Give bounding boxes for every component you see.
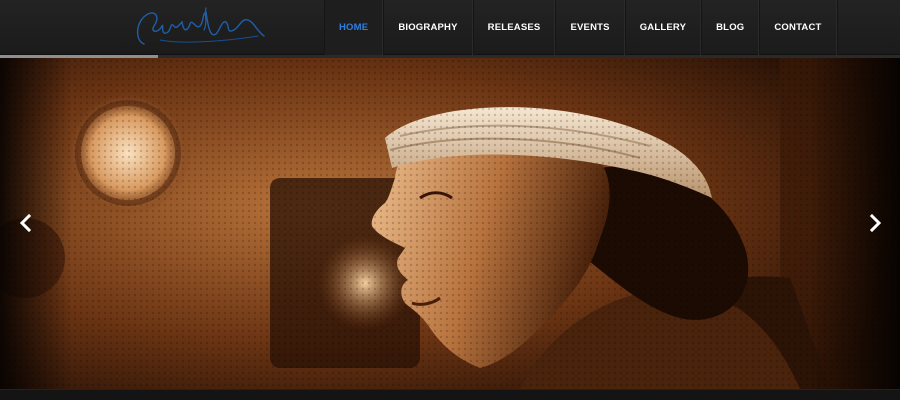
nav-item-label: BIOGRAPHY [398,22,458,33]
nav-item-blog[interactable]: BLOG [701,0,760,55]
nav-item-releases[interactable]: RELEASES [472,0,556,55]
slider-prev-button[interactable] [9,206,43,240]
slider-next-button[interactable] [858,206,892,240]
nav-item-label: BLOG [716,22,745,33]
nav-item-label: RELEASES [487,22,541,33]
nav-item-biography[interactable]: BIOGRAPHY [383,0,473,55]
nav-item-contact[interactable]: CONTACT [759,0,837,55]
footer-bar [0,389,900,400]
signature-logo[interactable] [130,0,270,55]
nav-item-label: CONTACT [774,22,822,33]
site-header: HOME BIOGRAPHY RELEASES EVENTS GALLERY BLOG CO… [0,0,900,55]
nav-item-label: HOME [339,22,369,33]
chevron-left-icon [19,214,32,232]
nav-item-events[interactable]: EVENTS [555,0,625,55]
main-navigation: HOME BIOGRAPHY RELEASES EVENTS GALLERY BLOG CO… [324,0,838,55]
nav-item-label: EVENTS [570,22,610,33]
nav-item-label: GALLERY [639,22,687,33]
hero-slider [0,58,900,389]
chevron-right-icon [869,214,882,232]
nav-divider [836,0,838,55]
hero-slide-image [0,58,900,389]
nav-item-home[interactable]: HOME [324,0,384,55]
nav-item-gallery[interactable]: GALLERY [624,0,702,55]
